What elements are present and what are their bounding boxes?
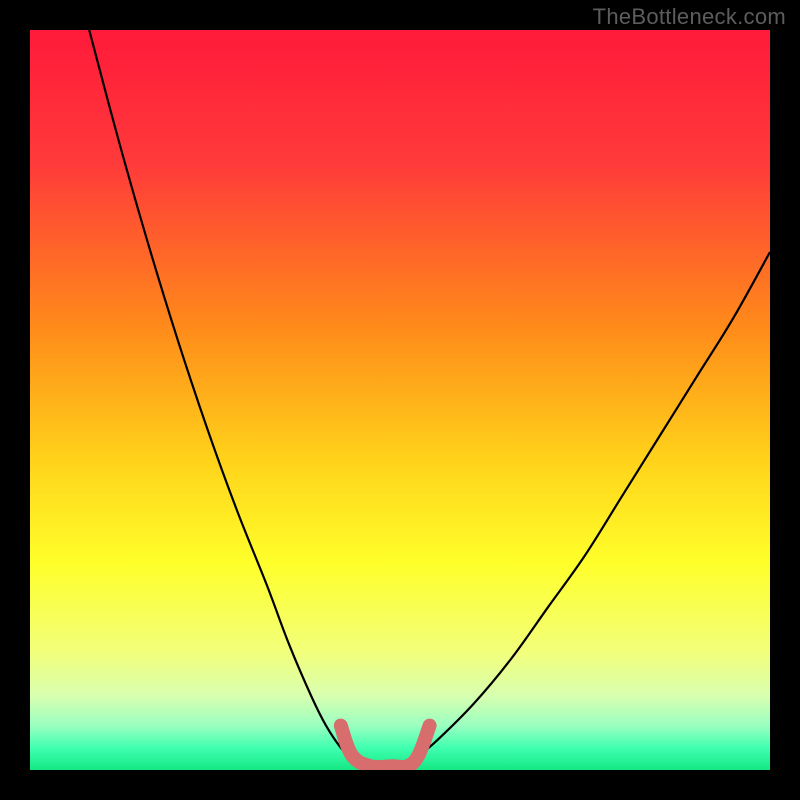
chart-frame: TheBottleneck.com bbox=[0, 0, 800, 800]
plot-background bbox=[30, 30, 770, 770]
watermark-text: TheBottleneck.com bbox=[593, 4, 786, 30]
bottleneck-chart bbox=[0, 0, 800, 800]
